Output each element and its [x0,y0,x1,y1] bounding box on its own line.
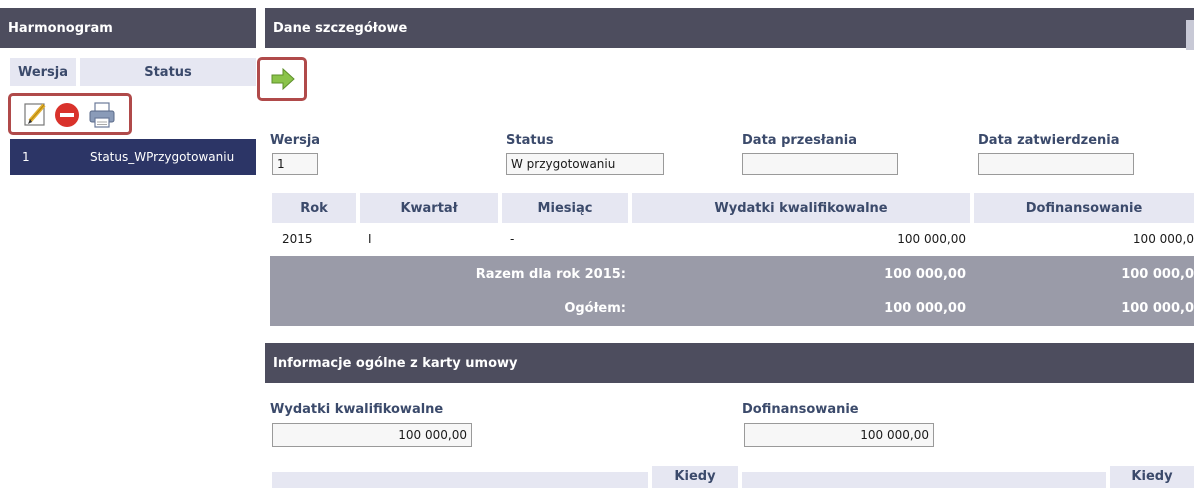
contract-eligible-label: Wydatki kwalifikowalne [270,402,444,417]
details-title: Dane szczegółowe [273,20,408,36]
bottom-header-cell-1[interactable] [272,472,648,488]
row-status: Status_WPrzygotowaniu [90,150,235,164]
delete-icon[interactable] [54,102,80,128]
details-header: Dane szczegółowe [265,8,1194,48]
cell-quarter: I [368,232,372,246]
harmonogram-title: Harmonogram [8,20,113,36]
column-header-funding[interactable]: Dofinansowanie [974,193,1194,223]
header-edge-marker [1186,20,1194,50]
bottom-header-when-2[interactable]: Kiedy [1110,466,1194,488]
bottom-header-when-1[interactable]: Kiedy [652,466,738,488]
sent-date-field[interactable] [742,153,898,175]
column-header-eligible[interactable]: Wydatki kwalifikowalne [632,193,970,223]
status-field[interactable]: W przygotowaniu [506,153,664,175]
approved-date-label: Data zatwierdzenia [978,133,1120,148]
grand-total-funding: 100 000,0 [1121,300,1194,316]
contract-info-header: Informacje ogólne z karty umowy [265,343,1194,383]
year-total-funding: 100 000,0 [1121,266,1194,282]
row-version: 1 [22,150,30,164]
bottom-table-header: Kiedy Kiedy [272,466,1194,488]
cell-funding: 100 000,0 [1132,232,1194,246]
contract-funding-field[interactable]: 100 000,00 [744,423,934,447]
contract-info-title: Informacje ogólne z karty umowy [273,355,518,371]
column-header-month[interactable]: Miesiąc [502,193,628,223]
approved-date-field[interactable] [978,153,1134,175]
edit-icon[interactable] [24,101,48,127]
bottom-header-cell-2[interactable] [742,472,1106,488]
print-icon[interactable] [88,101,116,129]
table-row[interactable]: 2015 I - 100 000,00 100 000,0 [270,224,1194,254]
cell-eligible: 100 000,00 [897,232,966,246]
sent-date-label: Data przesłania [742,133,857,148]
status-label: Status [506,133,554,148]
column-header-quarter[interactable]: Kwartał [360,193,498,223]
column-header-version[interactable]: Wersja [10,58,76,86]
contract-eligible-field[interactable]: 100 000,00 [272,423,472,447]
harmonogram-header: Harmonogram [0,8,256,48]
column-header-status[interactable]: Status [80,58,256,86]
contract-funding-label: Dofinansowanie [742,402,859,417]
cell-year: 2015 [282,232,313,246]
forward-arrow-icon[interactable] [270,66,296,92]
grand-total-label: Ogółem: [564,300,626,316]
column-header-year[interactable]: Rok [272,193,356,223]
version-label: Wersja [270,133,321,148]
year-total-label: Razem dla rok 2015: [475,266,626,282]
year-total-eligible: 100 000,00 [884,266,966,282]
version-field[interactable]: 1 [272,153,318,175]
cell-month: - [510,232,515,246]
schedule-row-selected[interactable]: 1 Status_WPrzygotowaniu [10,139,256,175]
grand-total-eligible: 100 000,00 [884,300,966,316]
